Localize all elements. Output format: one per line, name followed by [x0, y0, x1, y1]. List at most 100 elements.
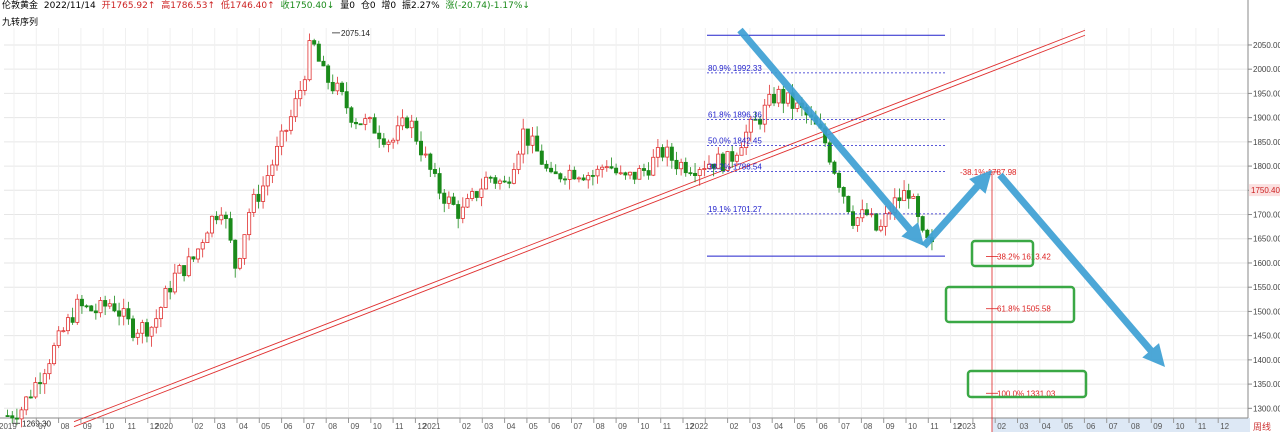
- x-tick-label: 02: [462, 422, 471, 431]
- period-label[interactable]: 周线: [1253, 420, 1271, 433]
- x-tick-label: 07: [306, 422, 315, 431]
- candle-body: [590, 175, 595, 177]
- candle-body: [572, 169, 577, 180]
- candle-body: [604, 166, 609, 169]
- x-tick-label: 07: [38, 422, 47, 431]
- candle-body: [632, 171, 637, 180]
- candle-body: [567, 169, 572, 180]
- x-tick-label: 11: [930, 422, 939, 431]
- candle-body: [739, 147, 744, 156]
- candle-body: [335, 82, 340, 92]
- x-tick-label: 10: [1176, 422, 1185, 431]
- candle-body: [321, 60, 326, 67]
- candle-body: [326, 65, 331, 83]
- x-tick-label: 2023: [958, 422, 976, 431]
- candle-body: [172, 272, 177, 293]
- candle-body: [409, 120, 414, 129]
- candle-body: [906, 190, 911, 199]
- x-tick-label: 11: [128, 422, 137, 431]
- x-tick-label: 08: [863, 422, 872, 431]
- candle-body: [367, 117, 372, 120]
- high-price: 高1786.53↑: [161, 1, 216, 11]
- x-tick-label: 09: [351, 422, 360, 431]
- candle-body: [126, 308, 131, 320]
- candle-body: [24, 396, 29, 411]
- candle-body: [400, 117, 405, 127]
- candle-body: [432, 169, 437, 174]
- candle-body: [479, 188, 484, 198]
- candle-body: [372, 117, 377, 134]
- x-tick-label: 07: [1109, 422, 1118, 431]
- indicator-label: 九转序列: [2, 18, 39, 28]
- candle-body: [600, 166, 605, 170]
- candle-body: [61, 330, 66, 333]
- candle-body: [117, 310, 122, 317]
- candle-body: [767, 93, 772, 106]
- candle-body: [140, 322, 145, 334]
- candle-body: [340, 82, 345, 93]
- candle-body: [242, 234, 247, 259]
- candle-body: [748, 118, 753, 133]
- x-tick-label: 05: [261, 422, 270, 431]
- x-tick-label: 05: [1064, 422, 1073, 431]
- x-tick-label: 03: [484, 422, 493, 431]
- increase: 增0: [381, 1, 397, 11]
- candle-body: [75, 298, 80, 323]
- candle-body: [665, 146, 670, 158]
- x-tick-label: 11: [1198, 422, 1207, 431]
- candle-body: [470, 191, 475, 199]
- candle-body: [484, 176, 489, 190]
- candle-body: [56, 330, 61, 347]
- open-price: 开1765.92↑: [101, 1, 156, 11]
- candle-body: [734, 154, 739, 162]
- candle-body: [688, 172, 693, 175]
- candle-body: [177, 265, 182, 274]
- candle-body: [154, 318, 159, 328]
- candle-body: [349, 107, 354, 123]
- projection-label: 61.8% 1505.58: [997, 305, 1051, 314]
- candle-body: [442, 192, 447, 204]
- candle-body: [298, 89, 303, 100]
- fib-level-label: 61.8% 1896.36: [708, 110, 762, 119]
- candle-body: [158, 307, 163, 320]
- candle-body: [163, 288, 168, 308]
- candle-body: [558, 173, 563, 180]
- x-tick-label: 02: [194, 422, 203, 431]
- candle-body: [516, 153, 521, 170]
- candle-body: [70, 317, 75, 323]
- candle-body: [103, 300, 108, 307]
- candle-body: [98, 300, 103, 314]
- candle-body: [279, 130, 284, 147]
- candle-body: [19, 409, 24, 420]
- price-chart[interactable]: 80.9% 1992.33 61.8% 1896.36 50.0% 1842.45 3…: [0, 0, 1280, 435]
- candle-body: [65, 317, 70, 332]
- symbol-name: 伦敦黄金: [2, 1, 39, 11]
- candle-body: [121, 308, 126, 317]
- x-tick-label: 11: [395, 422, 404, 431]
- candle-body: [209, 215, 214, 234]
- x-tick-label: 04: [507, 422, 516, 431]
- candle-body: [646, 170, 651, 176]
- y-tick-label: 1700.00: [1253, 211, 1280, 220]
- candle-body: [581, 177, 586, 181]
- fib-level-label: 38.2% 1788.54: [708, 163, 762, 172]
- candle-body: [702, 168, 707, 171]
- candle-body: [693, 172, 698, 176]
- candle-body: [902, 190, 907, 202]
- x-tick-label: 06: [551, 422, 560, 431]
- x-tick-label: 12: [1220, 422, 1229, 431]
- candle-body: [549, 167, 554, 173]
- x-tick-label: 2022: [690, 422, 708, 431]
- y-tick-label: 2000.00: [1253, 65, 1280, 74]
- low-price: 低1746.40↑: [220, 1, 275, 11]
- fib-level-label: 80.9% 1992.33: [708, 64, 762, 73]
- candle-body: [660, 147, 665, 158]
- candle-body: [679, 161, 684, 170]
- candle-body: [284, 129, 289, 132]
- fib-level-label: 50.0% 1842.45: [708, 137, 762, 146]
- candle-body: [93, 310, 98, 314]
- candle-body: [330, 81, 335, 92]
- candle-body: [586, 175, 591, 181]
- y-tick-label: 1400.00: [1253, 356, 1280, 365]
- x-tick-label: 10: [105, 422, 114, 431]
